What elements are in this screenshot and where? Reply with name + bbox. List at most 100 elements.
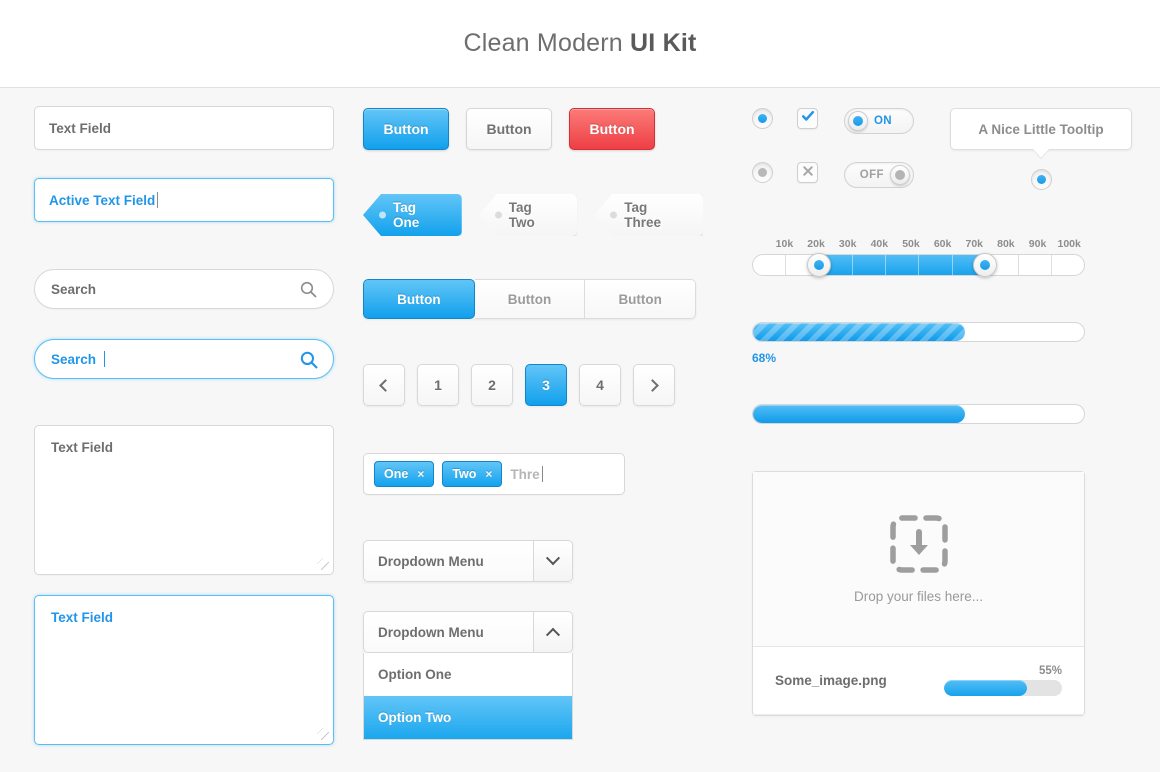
checkbox-checked[interactable] — [797, 108, 819, 129]
dropdown-open-label: Dropdown Menu — [363, 611, 533, 653]
token-text-entry[interactable]: Thre — [510, 466, 543, 482]
chevron-up-icon — [545, 627, 561, 642]
segmented-button-3[interactable]: Button — [585, 279, 696, 319]
toggle-on-label: ON — [873, 115, 893, 127]
dropdown-closed-label: Dropdown Menu — [363, 540, 533, 582]
token-typed-value: Thre — [510, 466, 540, 482]
default-button[interactable]: Button — [466, 108, 552, 150]
text-field-value: Text Field — [49, 120, 112, 136]
resize-grip-icon[interactable] — [317, 728, 329, 740]
slider-handle-low[interactable] — [807, 253, 832, 277]
slider-tick: 50k — [902, 238, 920, 250]
slider-range-fill — [819, 255, 985, 275]
tooltip-group: A Nice Little Tooltip — [950, 108, 1132, 190]
dropdown-closed[interactable]: Dropdown Menu — [363, 540, 573, 582]
upload-file-name: Some_image.png — [775, 673, 887, 688]
token-one[interactable]: One × — [374, 461, 435, 487]
tag-two[interactable]: Tag Two — [478, 194, 578, 236]
search-input[interactable]: Search — [34, 269, 334, 309]
tag-hole-icon — [379, 211, 386, 219]
dropdown-toggle-button[interactable] — [533, 540, 573, 582]
active-search-input[interactable]: Search — [34, 339, 334, 379]
radio-unselected[interactable] — [752, 162, 773, 183]
slider-tick: 20k — [807, 238, 825, 250]
tooltip-anchor-radio[interactable] — [1030, 169, 1052, 190]
primary-button-label: Button — [383, 121, 429, 137]
progress-fill — [753, 323, 965, 341]
dropdown-open[interactable]: Dropdown Menu — [363, 611, 573, 653]
pagination: 1 2 3 4 — [363, 364, 703, 406]
segmented-button-1-label: Button — [397, 291, 441, 307]
radio-dot-icon — [758, 114, 767, 123]
text-field-input[interactable]: Text Field — [34, 106, 334, 150]
pagination-next-button[interactable] — [633, 364, 675, 406]
search-icon[interactable] — [300, 281, 317, 298]
danger-button[interactable]: Button — [569, 108, 655, 150]
pagination-page-1[interactable]: 1 — [417, 364, 459, 406]
pagination-prev-button[interactable] — [363, 364, 405, 406]
slider-tick: 40k — [870, 238, 889, 250]
app-header: Clean Modern UI Kit — [0, 0, 1160, 88]
cross-icon — [802, 164, 814, 182]
segmented-control: Button Button Button — [363, 279, 696, 319]
right-column: ON OFF A Nice Little Tooltip 10k 20k 30k… — [752, 88, 1132, 716]
token-remove-icon[interactable]: × — [485, 467, 492, 481]
upload-file-row: Some_image.png 55% — [753, 647, 1084, 715]
download-into-box-icon — [889, 514, 948, 573]
progress-solid-group — [752, 404, 1085, 424]
tag-hole-icon — [494, 211, 502, 219]
upload-progress-group: 55% — [944, 665, 1062, 696]
search-value: Search — [51, 281, 97, 297]
active-text-field-value: Active Text Field — [49, 192, 156, 208]
tag-three[interactable]: Tag Three — [594, 194, 703, 236]
pagination-page-3-active[interactable]: 3 — [525, 364, 567, 406]
tooltip: A Nice Little Tooltip — [950, 108, 1132, 150]
active-text-field-input[interactable]: Active Text Field — [34, 178, 334, 222]
toggle-on[interactable]: ON — [843, 108, 914, 134]
page-title-bold: UI Kit — [630, 29, 697, 57]
checkbox-group — [797, 108, 844, 183]
file-upload-card: Drop your files here... Some_image.png 5… — [752, 471, 1085, 716]
segmented-button-1[interactable]: Button — [363, 279, 475, 319]
chevron-down-icon — [545, 551, 561, 566]
segmented-button-2[interactable]: Button — [474, 279, 586, 319]
active-search-value: Search — [51, 351, 97, 367]
toggle-off[interactable]: OFF — [843, 162, 914, 188]
dropdown-option-two-selected[interactable]: Option Two — [364, 696, 572, 739]
progress-bar-striped — [752, 322, 1085, 342]
active-search-icon[interactable] — [300, 351, 318, 368]
slider-tick-labels: 10k 20k 30k 40k 50k 60k 70k 80k 90k 100k — [769, 238, 1085, 250]
pagination-page-4[interactable]: 4 — [579, 364, 621, 406]
pagination-page-2[interactable]: 2 — [471, 364, 513, 406]
tag-one-label: Tag One — [393, 200, 420, 230]
tag-one[interactable]: Tag One — [363, 194, 462, 236]
range-slider: 10k 20k 30k 40k 50k 60k 70k 80k 90k 100k — [752, 238, 1085, 277]
checkbox-crossed[interactable] — [797, 162, 819, 183]
active-textarea-field[interactable]: Text Field — [34, 595, 334, 745]
resize-grip-icon[interactable] — [317, 558, 329, 570]
tag-three-label: Tag Three — [624, 200, 661, 230]
tag-hole-icon — [610, 211, 618, 219]
token-two[interactable]: Two × — [442, 461, 503, 487]
dropdown-option-two-label: Option Two — [378, 710, 452, 725]
pagination-page-4-label: 4 — [596, 377, 604, 393]
token-remove-icon[interactable]: × — [417, 467, 424, 481]
radio-selected[interactable] — [752, 108, 773, 129]
file-dropzone[interactable]: Drop your files here... — [753, 472, 1084, 647]
slider-tick: 100k — [1057, 238, 1081, 250]
slider-track[interactable] — [752, 253, 1085, 277]
primary-button[interactable]: Button — [363, 108, 449, 150]
textarea-field[interactable]: Text Field — [34, 425, 334, 575]
chevron-right-icon — [646, 378, 659, 392]
text-cursor — [157, 192, 159, 208]
controls-row: ON OFF A Nice Little Tooltip — [752, 108, 1132, 190]
slider-handle-high[interactable] — [972, 253, 997, 277]
dropdown-collapse-button[interactable] — [533, 611, 573, 653]
toggle-knob — [889, 165, 910, 185]
default-button-label: Button — [486, 121, 532, 137]
token-input[interactable]: One × Two × Thre — [363, 453, 625, 495]
slider-handle-dot-icon — [979, 260, 990, 270]
dropdown-option-one[interactable]: Option One — [364, 653, 572, 696]
radio-dot-icon — [758, 168, 767, 177]
components-stage: Text Field Active Text Field Search Sear… — [0, 88, 1160, 772]
